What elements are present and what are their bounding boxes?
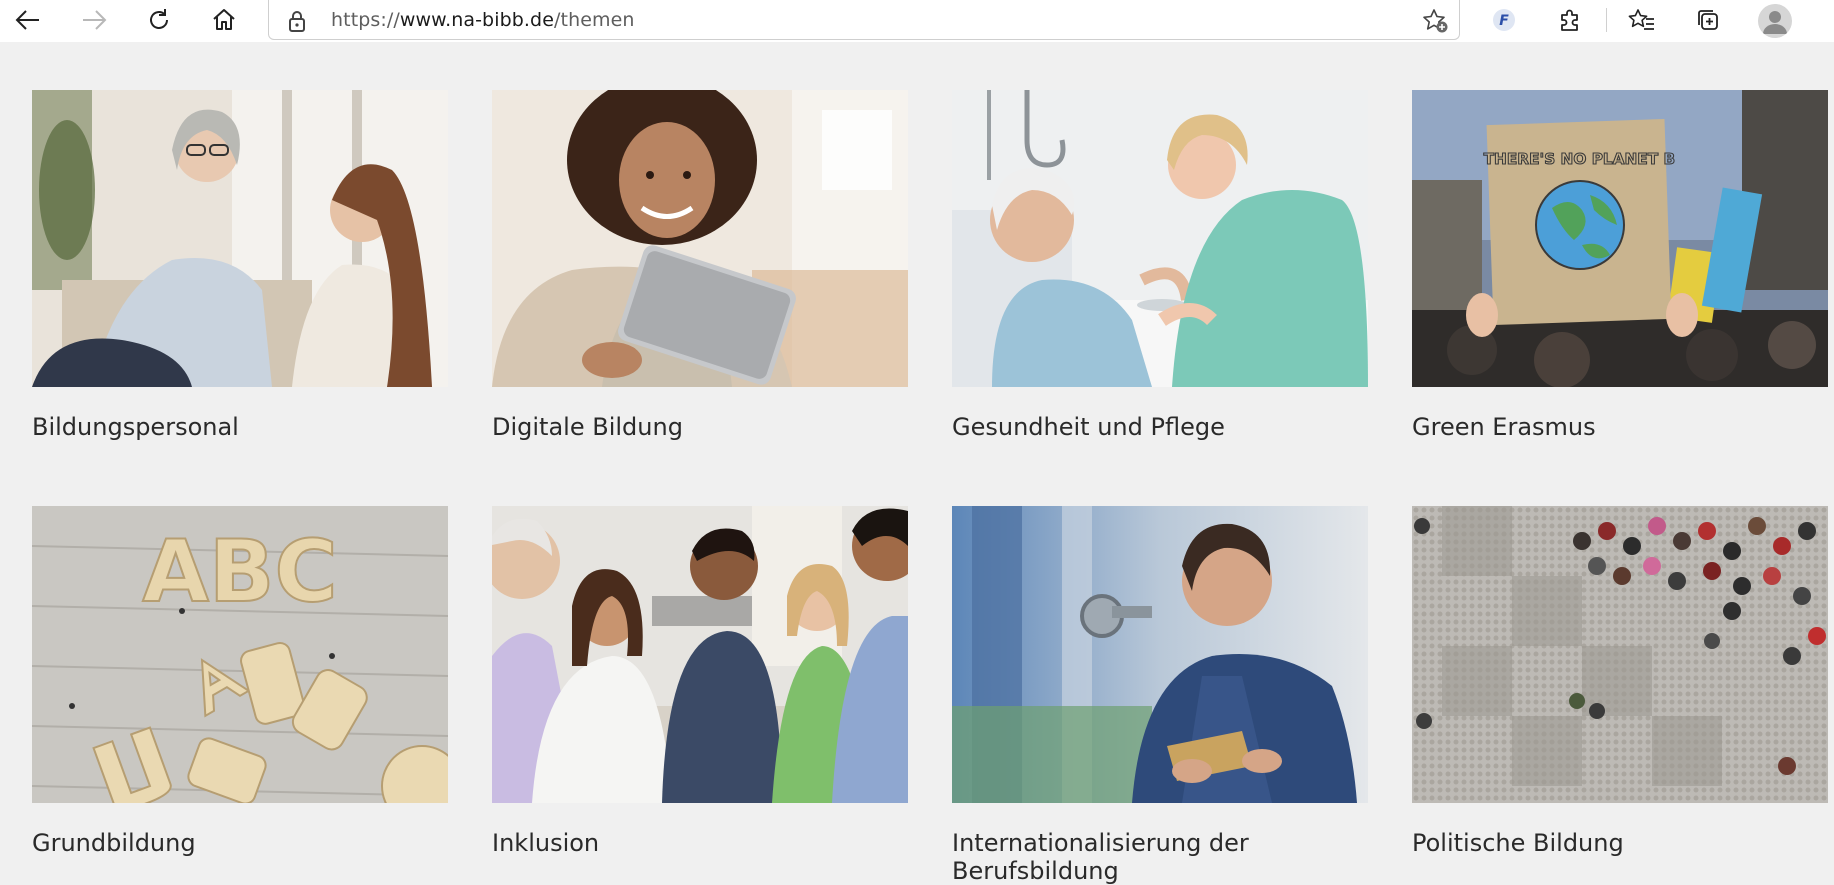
climate-protest-sign-photo[interactable]: THERE'S NO PLANET B [1412, 90, 1828, 387]
extension-f-label: F [1499, 13, 1509, 29]
technician-photo[interactable] [952, 506, 1368, 803]
topic-card-grundbildung[interactable]: ABC Grundbildung [32, 506, 448, 857]
card-title[interactable]: Inklusion [492, 829, 908, 857]
toolbar-divider [1606, 8, 1607, 32]
card-title[interactable]: Grundbildung [32, 829, 448, 857]
address-bar[interactable]: https://www.na-bibb.de/themen [268, 0, 1460, 40]
teacher-student-photo[interactable] [32, 90, 448, 387]
topic-card-inklusion[interactable]: Inklusion [492, 506, 908, 857]
back-icon[interactable] [12, 4, 44, 36]
sign-text: THERE'S NO PLANET B [1484, 150, 1676, 168]
url-text[interactable]: https://www.na-bibb.de/themen [331, 9, 635, 31]
wooden-letters-photo[interactable]: ABC [32, 506, 448, 803]
topic-card-gesundheit-und-pflege[interactable]: Gesundheit und Pflege [952, 90, 1368, 441]
collections-icon[interactable] [1692, 4, 1724, 36]
topic-card-digitale-bildung[interactable]: Digitale Bildung [492, 90, 908, 441]
topic-card-politische-bildung[interactable]: Politische Bildung [1412, 506, 1828, 857]
card-title[interactable]: Digitale Bildung [492, 413, 908, 441]
home-icon[interactable] [208, 4, 240, 36]
crowd-square-aerial-photo[interactable] [1412, 506, 1828, 803]
favorites-icon[interactable] [1626, 4, 1658, 36]
url-path: /themen [554, 9, 635, 31]
refresh-icon[interactable] [143, 4, 175, 36]
card-title[interactable]: Green Erasmus [1412, 413, 1828, 441]
url-prefix: https:// [331, 9, 400, 31]
card-title[interactable]: Bildungspersonal [32, 413, 448, 441]
woman-with-tablet-photo[interactable] [492, 90, 908, 387]
topic-card-bildungspersonal[interactable]: Bildungspersonal [32, 90, 448, 441]
browser-toolbar: https://www.na-bibb.de/themen F [0, 0, 1834, 42]
card-title[interactable]: Gesundheit und Pflege [952, 413, 1368, 441]
letters-abc: ABC [142, 522, 337, 622]
topic-card-green-erasmus[interactable]: THERE'S NO PLANET B Green Erasmus [1412, 90, 1828, 441]
group-discussion-photo[interactable] [492, 506, 908, 803]
topic-card-internationalisierung[interactable]: Internationalisierung der Berufsbildung [952, 506, 1368, 885]
extensions-icon[interactable] [1554, 4, 1586, 36]
lock-icon[interactable] [287, 9, 307, 37]
card-title[interactable]: Politische Bildung [1412, 829, 1828, 857]
nurse-patient-photo[interactable] [952, 90, 1368, 387]
profile-icon[interactable] [1758, 4, 1792, 38]
forward-icon[interactable] [78, 4, 110, 36]
add-favorite-icon[interactable] [1421, 6, 1451, 40]
extension-f-icon[interactable]: F [1488, 4, 1520, 36]
url-host: www.na-bibb.de [399, 9, 555, 31]
card-title[interactable]: Internationalisierung der Berufsbildung [952, 829, 1368, 885]
